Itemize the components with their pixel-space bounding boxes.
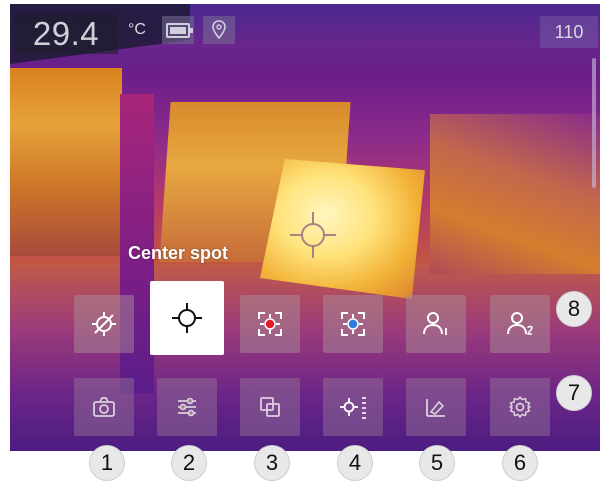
user-spot-2-icon	[507, 312, 533, 335]
temperature-unit: °C	[128, 21, 146, 38]
temperature-readout: 29.4	[14, 14, 118, 54]
battery-icon	[162, 16, 194, 44]
user-spot-1-button[interactable]	[406, 295, 466, 353]
callout-2: 2	[171, 445, 207, 481]
image-mode-icon	[260, 397, 280, 417]
measurement-icon	[340, 397, 366, 419]
location-icon	[203, 16, 235, 44]
hot-spot-icon	[258, 312, 282, 336]
thermal-hotspot-region	[260, 159, 425, 299]
callout-3: 3	[254, 445, 290, 481]
callout-1: 1	[89, 445, 125, 481]
cold-spot-button[interactable]	[323, 295, 383, 353]
image-counter: 110	[554, 21, 584, 42]
cold-spot-icon	[341, 312, 365, 336]
adjustments-button[interactable]	[157, 378, 217, 436]
scrollbar[interactable]	[592, 58, 596, 188]
center-spot-button[interactable]	[150, 281, 224, 355]
user-spot-2-button[interactable]	[490, 295, 550, 353]
color-palette-button[interactable]	[406, 378, 466, 436]
settings-gear-icon	[509, 396, 531, 418]
selected-tool-tooltip: Center spot	[128, 243, 229, 263]
camera-button[interactable]	[74, 378, 134, 436]
image-mode-button[interactable]	[240, 378, 300, 436]
no-measurement-button[interactable]	[74, 295, 134, 353]
thermal-right-wall	[430, 114, 600, 274]
callout-4: 4	[337, 445, 373, 481]
temperature-value: 29.4	[32, 15, 100, 52]
settings-button[interactable]	[490, 378, 550, 436]
sliders-icon	[178, 397, 196, 417]
callout-5: 5	[419, 445, 455, 481]
color-palette-icon	[426, 399, 445, 417]
center-spot-icon	[172, 303, 202, 333]
center-spot-crosshair-icon	[290, 212, 336, 258]
hot-spot-button[interactable]	[240, 295, 300, 353]
no-measurement-icon	[92, 312, 116, 336]
thermal-left-wall	[10, 68, 122, 256]
callout-8: 8	[556, 291, 592, 327]
callout-6: 6	[502, 445, 538, 481]
image-counter-badge: 110	[540, 16, 598, 48]
camera-icon	[93, 397, 115, 417]
measurement-button[interactable]	[323, 378, 383, 436]
callout-7: 7	[556, 375, 592, 411]
user-spot-1-icon	[423, 312, 447, 335]
